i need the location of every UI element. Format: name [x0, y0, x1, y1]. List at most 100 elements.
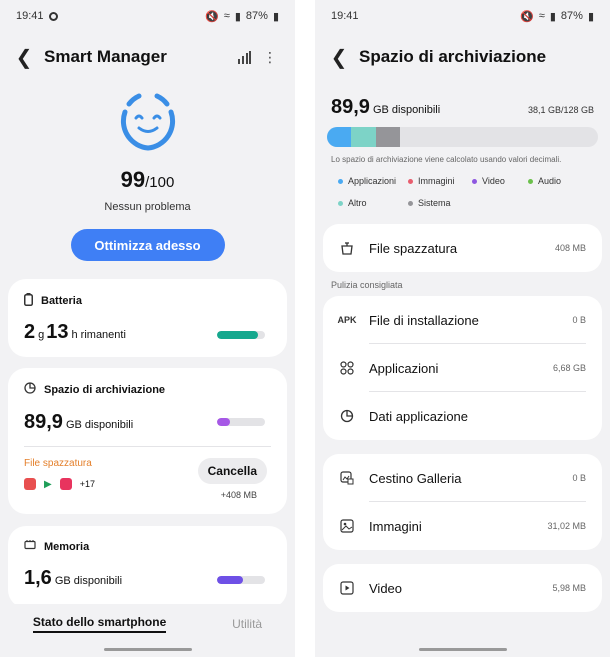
optimize-now-button[interactable]: Ottimizza adesso	[70, 229, 225, 261]
storage-pie-icon	[24, 382, 36, 397]
usage-segment-applicazioni	[327, 127, 352, 147]
storage-card-title: Spazio di archiviazione	[44, 383, 166, 396]
app-data-label: Dati applicazione	[369, 408, 469, 424]
junk-size: +408 MB	[220, 490, 257, 500]
home-indicator	[418, 648, 507, 651]
media-card: Cestino Galleria 0 B Immagini 31,02 MB	[323, 454, 602, 550]
pie-chart-icon	[339, 408, 355, 424]
stats-icon[interactable]	[231, 44, 257, 70]
back-button[interactable]: ❮	[327, 45, 351, 69]
image-icon	[339, 518, 355, 534]
battery-card[interactable]: Batteria 2 g 13 h rimanenti	[8, 279, 287, 357]
storage-value: 89,9	[24, 411, 63, 433]
battery-icon: ▮	[272, 10, 279, 23]
mute-icon: 🔇	[205, 10, 219, 23]
images-label: Immagini	[369, 518, 422, 534]
memory-level-bar	[217, 576, 265, 584]
memory-card-header: Memoria	[24, 540, 271, 553]
gallery-trash-value: 0 B	[572, 473, 586, 483]
video-label: Video	[369, 580, 403, 596]
memory-chip-icon	[24, 540, 36, 553]
junk-app-icons: ▶ +17	[24, 478, 95, 490]
gallery-trash-icon	[339, 470, 355, 486]
notification-icon	[48, 11, 58, 21]
status-bar: 19:41 🔇 ≈ ▮ 87% ▮	[315, 0, 610, 32]
battery-level-bar	[217, 331, 265, 339]
install-files-value: 0 B	[572, 315, 586, 325]
score-status: Nessun problema	[104, 201, 191, 213]
applications-label: Applicazioni	[369, 360, 439, 376]
video-icon	[339, 580, 355, 596]
wifi-icon: ≈	[538, 10, 545, 22]
app-data-row[interactable]: Dati applicazione	[323, 392, 602, 440]
video-row[interactable]: Video 5,98 MB	[323, 564, 602, 612]
gallery-trash-row[interactable]: Cestino Galleria 0 B	[323, 454, 602, 502]
score-value: 99	[120, 167, 146, 192]
legend-dot	[338, 201, 343, 206]
status-bar: 19:41 🔇 ≈ ▮ 87% ▮	[0, 0, 295, 32]
storage-note: Lo spazio di archiviazione viene calcola…	[331, 155, 562, 164]
usage-segment-sistema	[375, 127, 401, 147]
memory-card[interactable]: Memoria 1,6 GB disponibili	[8, 526, 287, 608]
page-title: Smart Manager	[44, 47, 167, 66]
legend-item: Applicazioni	[338, 176, 408, 186]
install-files-row[interactable]: APK File di installazione 0 B	[323, 296, 602, 344]
usage-segment-altro	[351, 127, 376, 147]
battery-card-title: Batteria	[41, 295, 82, 307]
legend-label: Altro	[348, 198, 367, 208]
tab-utilities[interactable]: Utilità	[232, 617, 262, 631]
storage-legend: Applicazioni Immagini Video Audio Altro Siste…	[315, 176, 610, 208]
available-value: 89,9	[331, 96, 370, 118]
smart-manager-screen: 19:41 🔇 ≈ ▮ 87% ▮ ❮ Smart Manager ⋮ 99/1…	[0, 0, 295, 657]
legend-label: Audio	[538, 176, 562, 186]
back-button[interactable]: ❮	[12, 45, 36, 69]
memory-card-title: Memoria	[44, 540, 90, 553]
images-row[interactable]: Immagini 31,02 MB	[323, 502, 602, 550]
apk-icon: APK	[337, 315, 357, 325]
storage-card[interactable]: Spazio di archiviazione 89,9 GB disponib…	[8, 368, 287, 514]
junk-files-icon	[339, 240, 355, 256]
legend-label: Sistema	[418, 198, 451, 208]
memory-level-fill	[217, 576, 244, 584]
install-files-label: File di installazione	[369, 312, 479, 328]
junk-files-row[interactable]: File spazzatura 408 MB	[323, 224, 602, 272]
bottom-tabs: Stato dello smartphone Utilità	[0, 604, 295, 644]
video-card: Video 5,98 MB	[323, 564, 602, 612]
wifi-icon: ≈	[223, 10, 230, 22]
divider	[24, 446, 271, 447]
storage-screen: 19:41 🔇 ≈ ▮ 87% ▮ ❮ Spazio di archiviazi…	[315, 0, 610, 657]
more-options-icon[interactable]: ⋮	[257, 44, 283, 70]
legend-item: Immagini	[408, 176, 472, 186]
junk-files-card[interactable]: File spazzatura 408 MB	[323, 224, 602, 272]
memory-value: 1,6	[24, 567, 52, 589]
memory-unit: GB disponibili	[54, 575, 123, 587]
legend-dot	[472, 179, 477, 184]
storage-summary: 89,9 GB disponibili 38,1 GB/128 GB	[315, 96, 610, 119]
junk-files-label: File spazzatura	[369, 240, 458, 256]
junk-files-label: File spazzatura	[24, 458, 92, 469]
more-apps-count: +17	[79, 479, 95, 489]
applications-value: 6,68 GB	[552, 363, 586, 373]
storage-card-header: Spazio di archiviazione	[24, 382, 271, 397]
legend-label: Video	[482, 176, 505, 186]
storage-usage-bar	[327, 127, 598, 147]
gallery-trash-label: Cestino Galleria	[369, 470, 462, 486]
cancel-button[interactable]: Cancella	[197, 458, 267, 484]
legend-item: Audio	[528, 176, 584, 186]
tab-phone-status[interactable]: Stato dello smartphone	[32, 615, 167, 633]
recommended-card: APK File di installazione 0 B Applicazio…	[323, 296, 602, 440]
mute-icon: 🔇	[520, 10, 534, 23]
score: 99/100	[0, 167, 295, 193]
battery-card-header: Batteria	[24, 293, 271, 309]
app-icon-pink	[59, 478, 72, 490]
legend-label: Applicazioni	[348, 176, 397, 186]
battery-percent: 87%	[245, 10, 268, 22]
applications-row[interactable]: Applicazioni 6,68 GB	[323, 344, 602, 392]
app-header: ❮ Spazio di archiviazione	[315, 32, 610, 82]
battery-icon: ▮	[587, 10, 594, 23]
legend-dot	[408, 179, 413, 184]
score-max: /100	[145, 174, 175, 191]
legend-dot	[528, 179, 533, 184]
storage-unit: GB disponibili	[65, 419, 134, 431]
battery-hours-unit: h rimanenti	[71, 329, 126, 341]
